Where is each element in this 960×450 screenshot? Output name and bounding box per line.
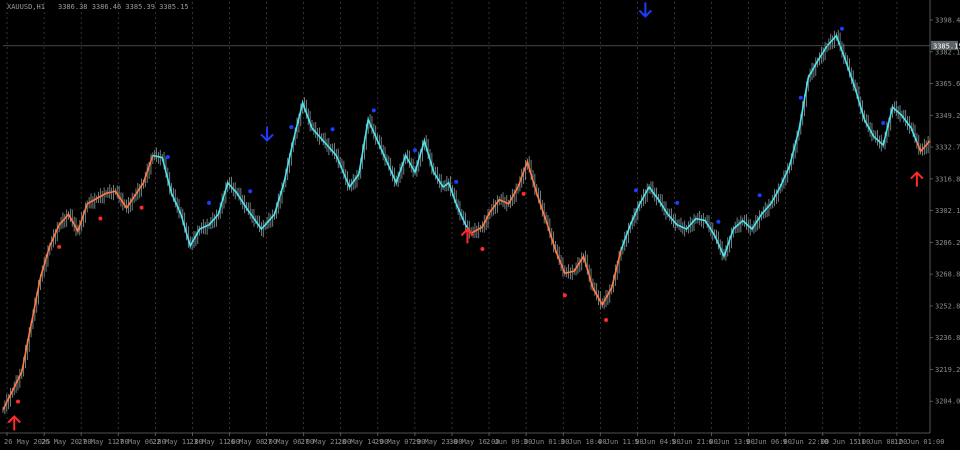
resistance-dot (716, 219, 721, 224)
resistance-dot (881, 120, 886, 125)
resistance-dot (798, 95, 803, 100)
price-tick-label: 3204.05 (935, 398, 960, 406)
resistance-dot (413, 148, 417, 153)
symbol-label: XAUUSD,H1 (7, 3, 45, 11)
price-tick-label: 3316.80 (935, 175, 960, 183)
trading-chart[interactable]: 3398.453382.103365.653349.203332.753316.… (0, 0, 960, 450)
price-tick-label: 3236.88 (935, 334, 960, 342)
support-dot (139, 205, 144, 210)
support-dot (57, 244, 62, 249)
resistance-dot (207, 200, 211, 205)
resistance-dot (633, 188, 638, 193)
resistance-dot (289, 125, 294, 130)
price-tick-label: 3268.85 (935, 271, 960, 279)
resistance-dot (371, 108, 376, 113)
price-tick-label: 3302.18 (935, 207, 960, 215)
price-tick-label: 3252.80 (935, 302, 960, 310)
current-price-label: 3385.15 (933, 42, 960, 50)
resistance-dot (675, 200, 680, 205)
support-dot (521, 191, 526, 196)
ohlc-readout: 3386.38 3386.46 3385.39 3385.15 (58, 3, 189, 11)
resistance-dot (330, 127, 335, 132)
price-tick-label: 3332.75 (935, 144, 960, 152)
support-dot (98, 216, 103, 221)
price-tick-label: 3219.20 (935, 366, 960, 374)
price-tick-label: 3398.45 (935, 17, 960, 25)
price-tick-label: 3365.65 (935, 80, 960, 88)
resistance-dot (757, 193, 762, 198)
resistance-dot (248, 189, 253, 194)
time-tick-label: 12 Jun 01:00 (894, 438, 945, 446)
resistance-dot (165, 155, 170, 160)
price-tick-label: 3286.20 (935, 239, 960, 247)
support-dot (562, 293, 567, 298)
resistance-dot (839, 26, 844, 31)
support-dot (15, 399, 20, 404)
chart-canvas[interactable]: 3398.453382.103365.653349.203332.753316.… (0, 0, 960, 450)
support-dot (480, 246, 485, 251)
price-tick-label: 3349.20 (935, 112, 960, 120)
resistance-dot (454, 179, 459, 184)
support-dot (604, 318, 609, 323)
